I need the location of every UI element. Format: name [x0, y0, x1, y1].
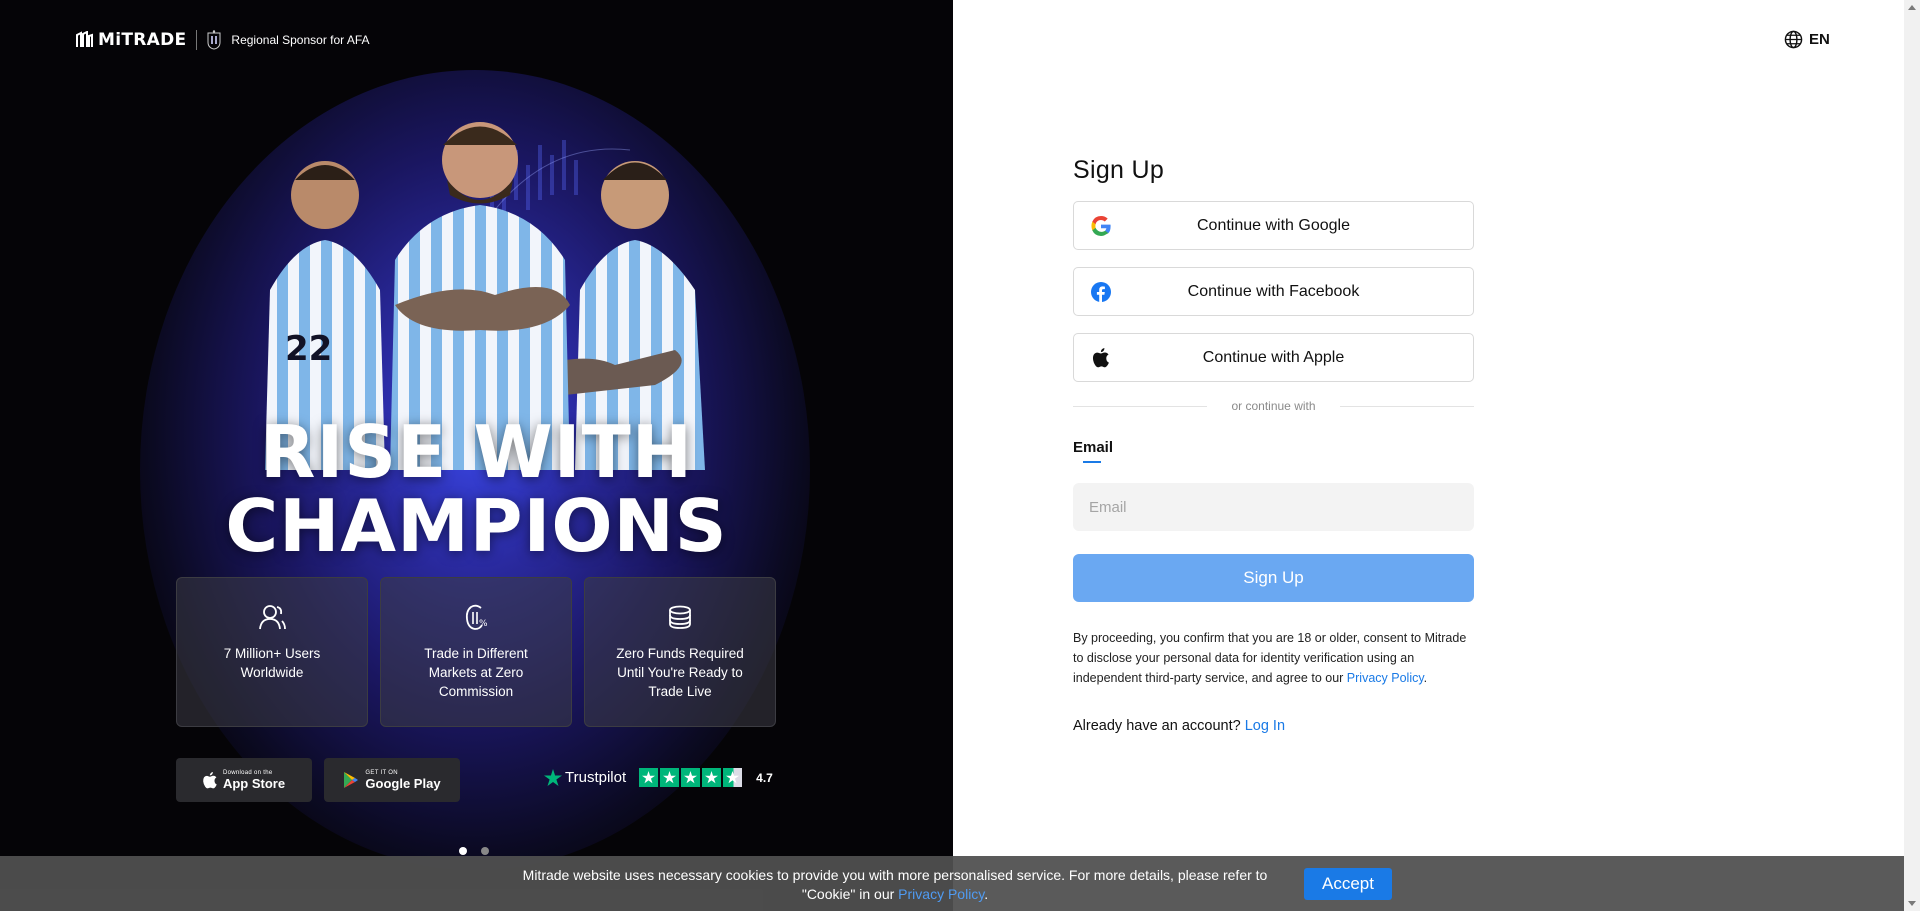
consent-period: .: [1423, 671, 1428, 685]
sponsor-text: Regional Sponsor for AFA: [231, 33, 370, 47]
brand-header: MiTRADE Regional Sponsor for AFA: [75, 30, 370, 50]
google-play-label: GET IT ON Google Play: [365, 770, 440, 791]
brand-divider: [196, 30, 198, 50]
google-play-icon: [344, 772, 359, 788]
cookie-privacy-link[interactable]: Privacy Policy: [898, 886, 984, 902]
facebook-icon: [1091, 282, 1111, 302]
apple-icon: [203, 771, 217, 788]
consent-text: By proceeding, you confirm that you are …: [1073, 628, 1474, 688]
cookie-text: Mitrade website uses necessary cookies t…: [510, 866, 1280, 904]
carousel-dot-1[interactable]: [459, 847, 467, 855]
carousel-dot-2[interactable]: [481, 847, 489, 855]
app-store-big-text: App Store: [222, 775, 286, 791]
scroll-up-arrow-icon[interactable]: [1908, 5, 1916, 10]
trustpilot-star-icon: [544, 768, 562, 786]
continue-with-google-button[interactable]: Continue with Google: [1073, 201, 1474, 250]
login-prompt: Already have an account? Log In: [1073, 718, 1474, 734]
star-icon: [639, 768, 659, 787]
language-selector[interactable]: EN: [1784, 30, 1830, 49]
google-icon: [1091, 216, 1111, 236]
star-icon: [681, 768, 701, 787]
divider-text: or continue with: [1231, 399, 1316, 413]
scrollbar[interactable]: [1904, 0, 1920, 911]
brand-name: MiTRADE: [98, 30, 187, 50]
facebook-button-label: Continue with Facebook: [1187, 282, 1360, 300]
coin-stack-icon: [669, 605, 691, 629]
carousel-dots: [459, 847, 489, 855]
sign-up-button[interactable]: Sign Up: [1073, 554, 1474, 602]
login-prompt-text: Already have an account?: [1073, 718, 1241, 734]
app-store-label: Download on the App Store: [223, 770, 285, 791]
language-label: EN: [1809, 31, 1830, 48]
apple-button-label: Continue with Apple: [1202, 348, 1345, 366]
svg-text:%: %: [479, 619, 488, 629]
trustpilot-name: Trustpilot: [565, 769, 627, 786]
privacy-policy-link[interactable]: Privacy Policy: [1347, 671, 1424, 685]
google-button-label: Continue with Google: [1197, 216, 1350, 234]
email-field[interactable]: [1073, 483, 1474, 531]
trustpilot-rating[interactable]: Trustpilot 4.7: [544, 768, 773, 787]
continue-with-facebook-button[interactable]: Continue with Facebook: [1073, 267, 1474, 316]
google-play-button[interactable]: GET IT ON Google Play: [324, 758, 460, 802]
hero-panel: MiTRADE Regional Sponsor for AFA 22 RISE…: [0, 0, 953, 911]
zero-commission-icon: %: [465, 604, 488, 630]
log-in-link[interactable]: Log In: [1245, 718, 1285, 734]
or-divider: or continue with: [1073, 399, 1475, 413]
divider-line: [1339, 405, 1475, 407]
svg-text:22: 22: [285, 329, 332, 369]
star-icon: [660, 768, 680, 787]
accept-cookies-button[interactable]: Accept: [1304, 868, 1392, 900]
feature-card-commission: % Trade in Different Markets at Zero Com…: [380, 577, 572, 727]
globe-icon: [1784, 30, 1803, 49]
hero-headline-line2: CHAMPIONS: [225, 484, 728, 568]
half-star-icon: [723, 768, 743, 787]
scroll-down-arrow-icon[interactable]: [1908, 901, 1916, 906]
star-icon: [702, 768, 722, 787]
signup-form: Sign Up Continue with Google Continue wi…: [1073, 156, 1475, 734]
continue-with-apple-button[interactable]: Continue with Apple: [1073, 333, 1474, 382]
page-title: Sign Up: [1073, 156, 1165, 184]
feature-card-users: 7 Million+ Users Worldwide: [176, 577, 368, 727]
email-tab-label: Email: [1073, 439, 1114, 456]
afa-crest-icon: [207, 30, 221, 50]
cookie-message: Mitrade website uses necessary cookies t…: [522, 867, 1268, 902]
hero-headline-line1: RISE WITH: [260, 410, 693, 494]
apple-icon: [1092, 348, 1109, 368]
feature-card-funds: Zero Funds Required Until You're Ready t…: [584, 577, 776, 727]
cookie-period: .: [984, 886, 989, 902]
feature-text: 7 Million+ Users Worldwide: [223, 646, 321, 680]
cookie-banner: Mitrade website uses necessary cookies t…: [0, 856, 1920, 911]
feature-cards: 7 Million+ Users Worldwide % Trade in Di…: [176, 577, 776, 727]
trustpilot-score: 4.7: [756, 770, 773, 785]
trustpilot-stars: [639, 768, 743, 787]
mitrade-logo[interactable]: MiTRADE: [75, 30, 186, 50]
google-play-big-text: Google Play: [365, 775, 441, 791]
users-icon: [259, 605, 286, 630]
mitrade-logo-icon: [76, 31, 93, 47]
feature-text: Zero Funds Required Until You're Ready t…: [616, 646, 744, 699]
feature-text: Trade in Different Markets at Zero Commi…: [424, 646, 528, 699]
divider-line: [1073, 405, 1208, 407]
tab-active-indicator: [1083, 461, 1101, 463]
email-tab[interactable]: Email: [1073, 413, 1113, 463]
app-store-button[interactable]: Download on the App Store: [176, 758, 312, 802]
